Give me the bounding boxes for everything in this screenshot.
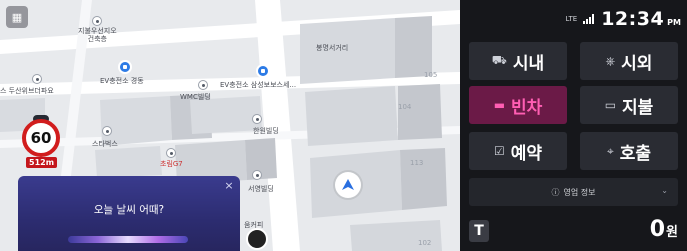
clock-ampm: PM	[667, 18, 681, 27]
building-number: 102	[418, 239, 432, 247]
location-pin-icon[interactable]	[246, 228, 268, 250]
call-button[interactable]: ⌖ 호출	[580, 132, 678, 170]
map-label-hanwon: 한원빌딩	[253, 127, 279, 135]
voice-waveform	[68, 236, 188, 243]
poi-marker[interactable]	[102, 126, 112, 136]
fare-unit: 원	[666, 225, 678, 240]
poi-marker[interactable]	[252, 170, 262, 180]
map-label-ev1: EV충전소 경동	[100, 77, 144, 85]
status-bar: LTE 12:34 PM	[566, 5, 681, 33]
network-type: LTE	[565, 15, 578, 23]
building-number: 104	[398, 103, 412, 111]
ev-charger-pin-icon[interactable]	[118, 60, 132, 74]
chevron-down-icon: ⌄	[661, 186, 668, 195]
close-icon[interactable]: ×	[222, 179, 236, 193]
fare-display: T 0 원	[469, 217, 678, 247]
business-info-label: 영업 정보	[563, 187, 596, 197]
button-label: 호출	[619, 143, 652, 164]
vacant-button[interactable]: ▬ 빈차	[469, 86, 567, 124]
button-label: 지불	[622, 97, 654, 118]
city-fare-button[interactable]: ⛟ 시내	[469, 42, 567, 80]
poi-marker[interactable]	[198, 80, 208, 90]
building-number: 113	[410, 159, 424, 167]
map-label-dusan: 스 두산위브더파요	[0, 87, 54, 95]
calendar-icon: ☑	[493, 144, 505, 158]
card-icon: ▭	[604, 98, 617, 112]
button-label: 시내	[512, 53, 545, 74]
map-label-wmc: WMC빌딩	[180, 93, 211, 101]
fare-amount-display: 0 원	[650, 217, 678, 242]
map-label-jibuhusang: 지불우선지오 건축층	[78, 27, 117, 43]
map-label-ev2: EV충전소 삼성보보스세...	[220, 81, 297, 89]
car-icon: ⛟	[491, 53, 507, 67]
poi-marker[interactable]	[32, 74, 42, 84]
voice-assistant-popup: × 오늘 날씨 어때?	[18, 176, 240, 251]
button-label: 시외	[621, 53, 653, 74]
speed-camera-badge: 60 512m	[22, 115, 62, 171]
poi-marker[interactable]	[252, 114, 262, 124]
fare-amount: 0	[649, 217, 666, 242]
speed-camera-distance: 512m	[26, 157, 58, 168]
button-label: 빈차	[511, 97, 543, 118]
map-label-chorim: 초림G7	[160, 160, 183, 168]
taxi-sign-icon: ▬	[493, 98, 506, 112]
business-info-dropdown[interactable]: ⓘ 영업 정보 ⌄	[469, 178, 678, 206]
poi-marker[interactable]	[92, 16, 102, 26]
button-label: 예약	[510, 143, 543, 164]
map-label-bongmyeong: 봉명서거리	[316, 44, 349, 52]
location-icon: ⌖	[606, 143, 614, 158]
navigation-map[interactable]: ▦ 지불우선지오 건축층 봉명서거리 EV충전소 경동 EV충전소 삼성보보스세…	[0, 0, 460, 251]
suburban-fare-button[interactable]: ⎈ 시외	[580, 42, 678, 80]
map-label-starbucks: 스타벅스	[92, 140, 118, 148]
voice-prompt-text: 오늘 날씨 어때?	[93, 204, 165, 216]
map-label-seoyeong: 서영빌딩	[248, 185, 274, 193]
payment-button[interactable]: ▭ 지불	[580, 86, 678, 124]
info-icon: ⓘ	[551, 187, 560, 197]
reservation-button[interactable]: ☑ 예약	[469, 132, 567, 170]
t-logo-icon[interactable]: T	[469, 220, 489, 242]
hospital-poi-icon[interactable]	[166, 148, 176, 158]
grid-menu-icon[interactable]: ▦	[6, 6, 28, 28]
clock-time: 12:34	[601, 8, 665, 30]
building-number: 105	[424, 71, 438, 79]
outbound-icon: ⎈	[605, 53, 616, 68]
current-position-arrow-icon	[335, 172, 361, 198]
signal-icon	[583, 14, 595, 24]
ev-charger-pin-icon[interactable]	[256, 64, 270, 78]
taxi-control-panel: LTE 12:34 PM ⛟ 시내 ⎈ 시외 ▬ 빈차 ▭ 지불 ☑ 예약 ⌖ …	[460, 0, 687, 251]
speed-limit-sign: 60	[22, 119, 60, 157]
